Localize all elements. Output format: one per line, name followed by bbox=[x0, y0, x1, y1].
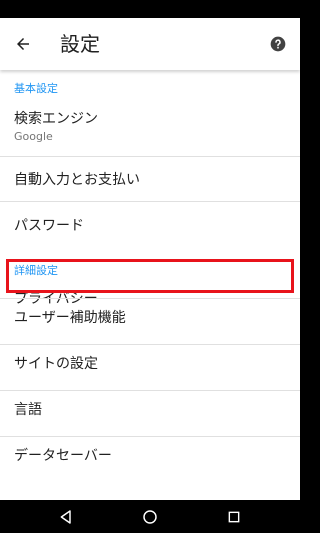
setting-data-saver[interactable]: データセーバー bbox=[0, 437, 300, 482]
system-nav-bar bbox=[0, 500, 300, 533]
setting-passwords-label: パスワード bbox=[14, 218, 84, 234]
app-bar: 設定 bbox=[0, 18, 300, 70]
help-icon bbox=[270, 36, 286, 52]
setting-passwords[interactable]: パスワード bbox=[0, 202, 300, 246]
triangle-back-icon bbox=[60, 510, 71, 524]
setting-accessibility[interactable]: ユーザー補助機能 bbox=[0, 299, 300, 344]
section-header-basic: 基本設定 bbox=[14, 82, 58, 95]
back-button[interactable] bbox=[10, 31, 36, 57]
setting-accessibility-label: ユーザー補助機能 bbox=[14, 310, 126, 326]
nav-home-button[interactable] bbox=[138, 505, 162, 529]
setting-search-engine[interactable]: 検索エンジン Google bbox=[0, 100, 300, 156]
status-bar bbox=[0, 0, 300, 18]
nav-back-button[interactable] bbox=[54, 505, 78, 529]
settings-list: 基本設定 検索エンジン Google 自動入力とお支払い パスワード 詳細設定 … bbox=[0, 70, 300, 500]
setting-search-engine-value: Google bbox=[14, 130, 53, 143]
settings-screen: 設定 基本設定 検索エンジン Google 自動入力とお支払い パスワード 詳細… bbox=[0, 0, 300, 533]
nav-recents-button[interactable] bbox=[222, 505, 246, 529]
highlight-box bbox=[6, 259, 294, 293]
setting-autofill-payments[interactable]: 自動入力とお支払い bbox=[0, 157, 300, 201]
square-recents-icon bbox=[228, 511, 240, 523]
setting-site-settings[interactable]: サイトの設定 bbox=[0, 345, 300, 390]
setting-data-saver-label: データセーバー bbox=[14, 448, 112, 464]
circle-home-icon bbox=[143, 510, 157, 524]
setting-search-engine-label: 検索エンジン bbox=[14, 111, 98, 127]
arrow-back-icon bbox=[17, 38, 29, 50]
page-title: 設定 bbox=[60, 32, 100, 56]
setting-site-settings-label: サイトの設定 bbox=[14, 356, 98, 372]
setting-languages[interactable]: 言語 bbox=[0, 391, 300, 436]
help-button[interactable] bbox=[266, 32, 290, 56]
setting-autofill-payments-label: 自動入力とお支払い bbox=[14, 172, 140, 188]
setting-languages-label: 言語 bbox=[14, 402, 42, 418]
